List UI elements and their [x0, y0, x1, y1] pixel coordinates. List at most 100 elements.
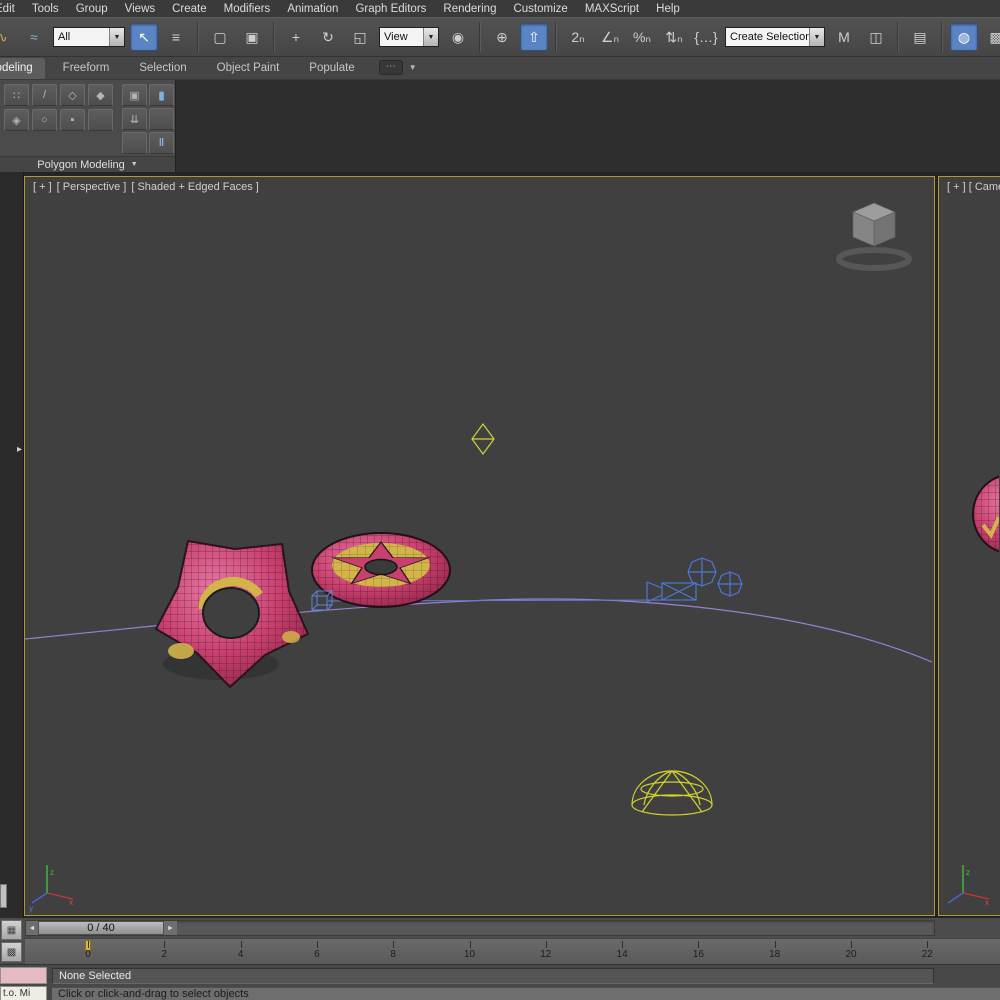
viewport-menu-view[interactable]: [ Perspective ]	[57, 181, 127, 193]
camera-scene-canvas[interactable]: z x	[939, 177, 999, 915]
timeline-area: ▦ ▩ ◄ 0 / 40 ► ∿ 0246810121416182022	[0, 918, 1000, 964]
perspective-viewport[interactable]: [ + ] [ Perspective ] [ Shaded + Edged F…	[24, 176, 935, 916]
vertex-mode-button[interactable]: ∷	[4, 84, 29, 106]
menu-item-create[interactable]: Create	[172, 3, 207, 15]
torus-object[interactable]	[311, 532, 451, 608]
torus-partial[interactable]	[972, 474, 999, 554]
next-frame-arrow[interactable]: ►	[164, 921, 177, 935]
dock-scroll-thumb[interactable]	[0, 884, 7, 908]
angle-snap-toggle[interactable]: ∠ₙ	[596, 23, 624, 51]
dock-button-top[interactable]: ▦	[1, 920, 22, 940]
polygon-mode-button[interactable]: ◆	[88, 84, 113, 106]
camera-viewport[interactable]: [ + ] [ Camer z x	[938, 176, 1000, 916]
selection-filter-dropdown[interactable]: All ▼	[53, 27, 125, 47]
dropdown-arrow-icon[interactable]: ▼	[809, 28, 824, 46]
menu-item-tools[interactable]: Tools	[32, 3, 59, 15]
select-object-button[interactable]: ↖	[130, 23, 158, 51]
svg-text:y: y	[29, 904, 33, 913]
menu-item-group[interactable]: Group	[76, 3, 108, 15]
bind-to-space-warp-button[interactable]: ≈	[20, 23, 48, 51]
frame-tick	[698, 941, 700, 948]
view-cube[interactable]	[836, 202, 912, 271]
viewport-label[interactable]: [ + ] [ Camer	[947, 181, 1000, 193]
layer-manager-button[interactable]: ▤	[906, 23, 934, 51]
ribbon-overflow-icon[interactable]: ⋯	[378, 60, 403, 75]
mirror-button[interactable]: M	[830, 23, 858, 51]
reference-coordinate-system-dropdown[interactable]: View ▼	[379, 27, 439, 47]
select-by-name-button[interactable]: ≡	[162, 23, 190, 51]
named-selection-sets-dropdown[interactable]: Create Selection Se▼	[725, 27, 825, 47]
macro-recorder-field[interactable]	[0, 967, 47, 984]
dock-button-bottom[interactable]: ▩	[1, 942, 22, 962]
use-pivot-point-center-button[interactable]: ◉	[444, 23, 472, 51]
panel-spacer-2[interactable]	[122, 132, 147, 154]
menu-item-modifiers[interactable]: Modifiers	[224, 3, 271, 15]
perspective-scene-canvas[interactable]: z x y	[25, 177, 934, 915]
panel-collapse-arrow-icon[interactable]: ▼	[131, 161, 138, 168]
time-slider[interactable]: ◄ 0 / 40 ►	[25, 920, 935, 936]
rectangular-selection-region-button[interactable]: ▢	[206, 23, 234, 51]
snaps-toggle-button[interactable]: 2ₙ	[564, 23, 592, 51]
rectangular-selection-region-icon: ▢	[213, 28, 227, 45]
modify-mode-button[interactable]: ▮	[149, 84, 174, 106]
select-and-move-button[interactable]: +	[282, 23, 310, 51]
time-slider-handle[interactable]: 0 / 40	[38, 921, 164, 935]
menu-item-edit[interactable]: Edit	[0, 3, 15, 15]
material-editor-button[interactable]: ◍	[950, 23, 978, 51]
track-bar[interactable]: 0 2 4 6 8 10 12 14 16 18 20 22	[25, 938, 1000, 964]
viewport-menu-plus[interactable]: [ + ]	[33, 181, 52, 193]
world-axis-tripod: z x y	[29, 865, 74, 913]
camera-object[interactable]	[646, 557, 743, 603]
show-end-result-toggle[interactable]: ▣	[122, 84, 147, 106]
toolbar-separator	[197, 22, 199, 52]
render-setup-button[interactable]: ▩	[982, 23, 1000, 51]
previous-frame-arrow[interactable]: ◄	[26, 921, 38, 935]
align-button[interactable]: ◫	[862, 23, 890, 51]
toolbar-separator	[941, 22, 943, 52]
menu-item-maxscript[interactable]: MAXScript	[585, 3, 639, 15]
previous-modifier-button[interactable]: ‖	[149, 132, 174, 154]
select-and-rotate-button[interactable]: ↻	[314, 23, 342, 51]
ribbon-tab-object-paint[interactable]: Object Paint	[205, 58, 292, 79]
menu-item-rendering[interactable]: Rendering	[443, 3, 496, 15]
ribbon-tab-modeling[interactable]: Modeling	[0, 58, 45, 79]
skylight-object[interactable]	[631, 770, 713, 816]
viewport-menu-shading[interactable]: [ Shaded + Edged Faces ]	[131, 181, 259, 193]
dock-expand-arrow-icon[interactable]: ▸	[17, 444, 22, 455]
edge-mode-button[interactable]: /	[32, 84, 57, 106]
select-and-manipulate-button[interactable]: ⊕	[488, 23, 516, 51]
window-crossing-toggle[interactable]: ▣	[238, 23, 266, 51]
menu-item-help[interactable]: Help	[656, 3, 680, 15]
ribbon-tab-selection[interactable]: Selection	[127, 58, 198, 79]
maxscript-mini-listener[interactable]: t.o. Mi	[0, 986, 47, 1000]
menu-item-graph-editors[interactable]: Graph Editors	[355, 3, 426, 15]
ribbon-tabs: Modeling FreeformSelection Object PaintPop…	[0, 58, 367, 79]
ribbon-minimize-arrow-icon[interactable]: ▼	[409, 63, 417, 72]
select-and-link-button[interactable]: ∿	[0, 23, 16, 51]
menu-item-customize[interactable]: Customize	[513, 3, 567, 15]
dropdown-arrow-icon[interactable]: ▼	[423, 28, 438, 46]
ribbon-tab-freeform[interactable]: Freeform	[51, 58, 122, 79]
align-icon: ◫	[869, 28, 883, 45]
viewport-label: [ + ] [ Perspective ] [ Shaded + Edged F…	[33, 181, 259, 193]
dropdown-arrow-icon[interactable]: ▼	[109, 28, 124, 46]
collapse-stack-button[interactable]: ▪	[60, 109, 85, 131]
point-helper-object[interactable]	[471, 422, 495, 456]
edit-named-selection-sets-button[interactable]: {…}	[692, 23, 720, 51]
selection-status: None Selected	[52, 968, 934, 984]
ribbon-tab-populate[interactable]: Populate	[297, 58, 366, 79]
keyboard-shortcut-override-toggle[interactable]: ⇧	[520, 23, 548, 51]
frame-tick-label: 12	[540, 949, 552, 960]
menu-item-views[interactable]: Views	[125, 3, 155, 15]
border-mode-button[interactable]: ◇	[60, 84, 85, 106]
next-modifier-button[interactable]: ⇊	[122, 108, 147, 130]
ignore-backfacing-toggle[interactable]	[88, 109, 113, 131]
spinner-snap-toggle[interactable]: ⇅ₙ	[660, 23, 688, 51]
percent-snap-toggle[interactable]: %ₙ	[628, 23, 656, 51]
element-mode-button[interactable]: ◈	[4, 109, 29, 131]
pin-stack-toggle[interactable]: ○	[32, 109, 57, 131]
panel-spacer-1[interactable]	[149, 108, 174, 130]
panel-title-bar[interactable]: Polygon Modeling ▼	[0, 156, 175, 172]
menu-item-animation[interactable]: Animation	[287, 3, 338, 15]
select-and-scale-button[interactable]: ◱	[346, 23, 374, 51]
